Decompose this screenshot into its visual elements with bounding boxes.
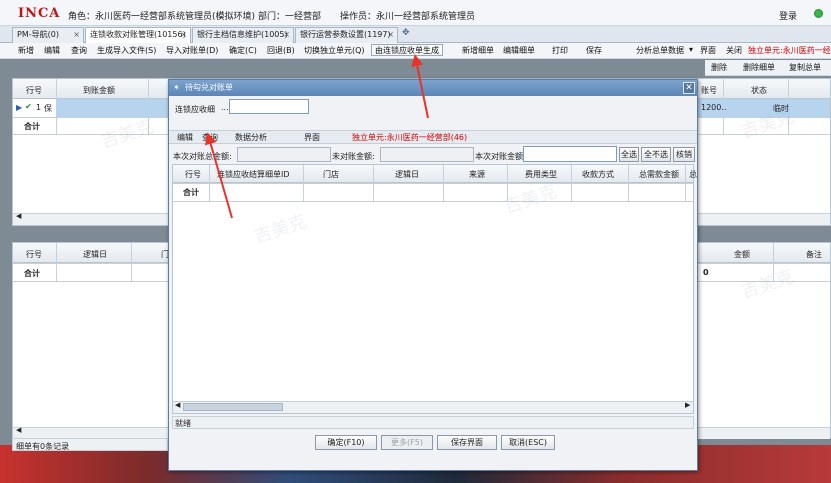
arrow-to-query-menu bbox=[204, 132, 233, 219]
arrow-to-generate-button bbox=[411, 54, 429, 119]
annotation-arrows bbox=[204, 54, 429, 219]
